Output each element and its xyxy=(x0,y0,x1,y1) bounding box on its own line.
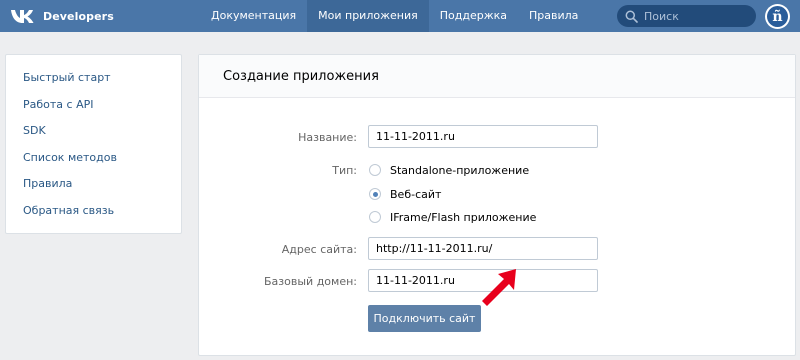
search-box[interactable] xyxy=(617,5,756,27)
create-app-panel: Создание приложения Название: Тип: Stand… xyxy=(198,54,796,356)
sidebar-item-sdk[interactable]: SDK xyxy=(6,118,181,145)
site-address-field[interactable] xyxy=(368,237,598,260)
radio-website[interactable]: Веб-сайт xyxy=(369,187,441,201)
main-nav: Документация Мои приложения Поддержка Пр… xyxy=(200,0,589,32)
radio-iframe-flash[interactable]: IFrame/Flash приложение xyxy=(369,210,536,224)
radio-label: Standalone-приложение xyxy=(390,163,530,177)
sidebar-item-methods[interactable]: Список методов xyxy=(6,145,181,172)
search-icon xyxy=(625,10,638,23)
sidebar-item-api[interactable]: Работа с API xyxy=(6,92,181,119)
radio-button[interactable] xyxy=(369,164,381,176)
sidebar-item-quick-start[interactable]: Быстрый старт xyxy=(6,65,181,92)
nav-item-rules[interactable]: Правила xyxy=(518,0,589,32)
vk-logo-icon xyxy=(11,10,34,23)
top-bar: Developers Документация Мои приложения П… xyxy=(0,0,800,32)
user-avatar-icon: ñ xyxy=(767,6,788,27)
sidebar-menu: Быстрый старт Работа с API SDK Список ме… xyxy=(5,54,182,234)
nav-item-support[interactable]: Поддержка xyxy=(429,0,518,32)
name-label: Название: xyxy=(298,131,357,144)
base-domain-label: Базовый домен: xyxy=(264,275,357,288)
nav-item-my-apps[interactable]: Мои приложения xyxy=(307,0,429,32)
vk-developers-logo[interactable]: Developers xyxy=(10,6,114,26)
brand-label: Developers xyxy=(43,9,114,23)
radio-button[interactable] xyxy=(369,211,381,223)
page-title: Создание приложения xyxy=(199,55,795,98)
site-address-label: Адрес сайта: xyxy=(281,243,357,256)
sidebar-item-rules[interactable]: Правила xyxy=(6,171,181,198)
type-label: Тип: xyxy=(332,164,357,177)
red-arrow-icon xyxy=(482,269,516,306)
sidebar-item-feedback[interactable]: Обратная связь xyxy=(6,198,181,225)
radio-standalone[interactable]: Standalone-приложение xyxy=(369,163,529,177)
radio-label: IFrame/Flash приложение xyxy=(390,210,537,224)
search-input[interactable] xyxy=(644,9,754,23)
connect-site-button[interactable]: Подключить сайт xyxy=(368,305,481,332)
radio-button-selected[interactable] xyxy=(369,188,381,200)
nav-item-documentation[interactable]: Документация xyxy=(200,0,307,32)
avatar[interactable]: ñ xyxy=(765,4,790,29)
name-field[interactable] xyxy=(368,125,598,148)
radio-label: Веб-сайт xyxy=(390,187,442,201)
